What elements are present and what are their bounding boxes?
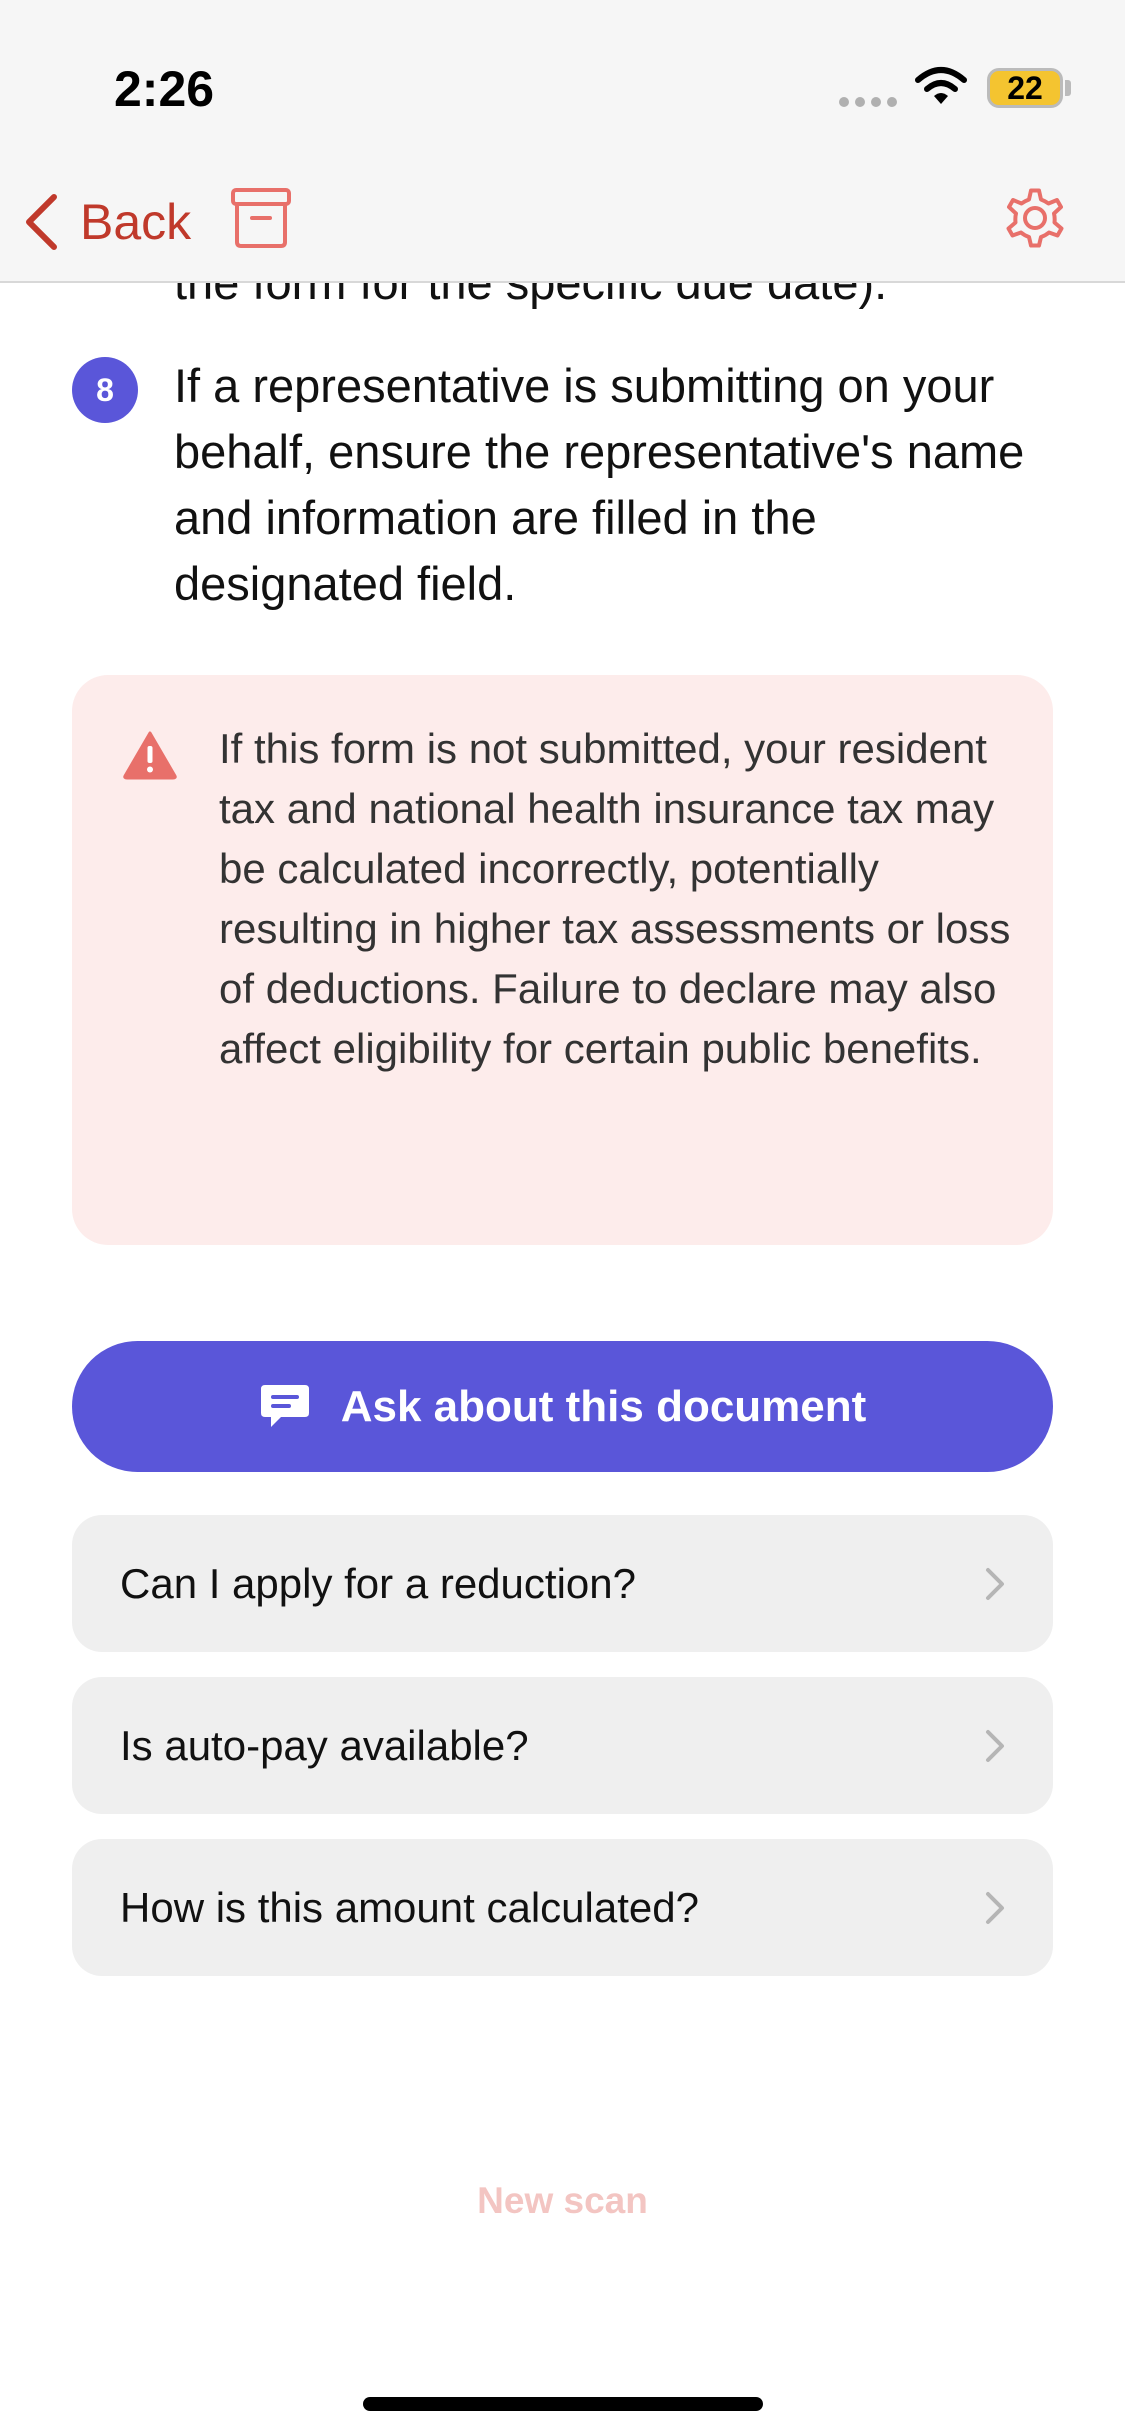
scroll-content[interactable]: the form for the specific due date). 8 I…	[0, 0, 1125, 2436]
battery-level: 22	[1007, 69, 1043, 106]
back-button[interactable]: Back	[24, 182, 191, 262]
ask-about-document-button[interactable]: Ask about this document	[72, 1341, 1053, 1472]
navigation-bar: Back	[0, 160, 1125, 283]
chevron-right-icon	[986, 1567, 1004, 1600]
step-number-badge: 8	[72, 357, 138, 423]
suggestion-item[interactable]: Is auto-pay available?	[72, 1677, 1053, 1814]
chevron-right-icon	[986, 1891, 1004, 1924]
suggestion-label: How is this amount calculated?	[120, 1883, 699, 1931]
battery-tip	[1065, 80, 1071, 96]
suggestion-item[interactable]: Can I apply for a reduction?	[72, 1515, 1053, 1652]
chevron-right-icon	[986, 1729, 1004, 1762]
warning-triangle-icon	[123, 731, 177, 780]
cellular-signal-icon	[839, 97, 897, 107]
suggestion-label: Can I apply for a reduction?	[120, 1559, 636, 1607]
gear-icon[interactable]	[999, 182, 1071, 254]
status-bar: 2:26 22	[0, 0, 1125, 160]
status-time: 2:26	[114, 61, 215, 117]
archive-icon[interactable]	[230, 186, 292, 250]
suggestion-item[interactable]: How is this amount calculated?	[72, 1839, 1053, 1976]
step-text: If a representative is submitting on you…	[174, 359, 1025, 610]
warning-callout: If this form is not submitted, your resi…	[72, 675, 1053, 1245]
back-label: Back	[80, 194, 192, 250]
wifi-icon	[915, 67, 967, 104]
chat-bubble-icon	[260, 1384, 309, 1427]
suggestion-label: Is auto-pay available?	[120, 1721, 529, 1769]
home-indicator	[363, 2397, 763, 2411]
new-scan-button[interactable]: New scan	[0, 2180, 1125, 2222]
chevron-left-icon	[26, 194, 57, 250]
warning-text: If this form is not submitted, your resi…	[219, 725, 1011, 1072]
ask-button-label: Ask about this document	[340, 1381, 867, 1431]
battery-icon: 22	[987, 68, 1063, 108]
